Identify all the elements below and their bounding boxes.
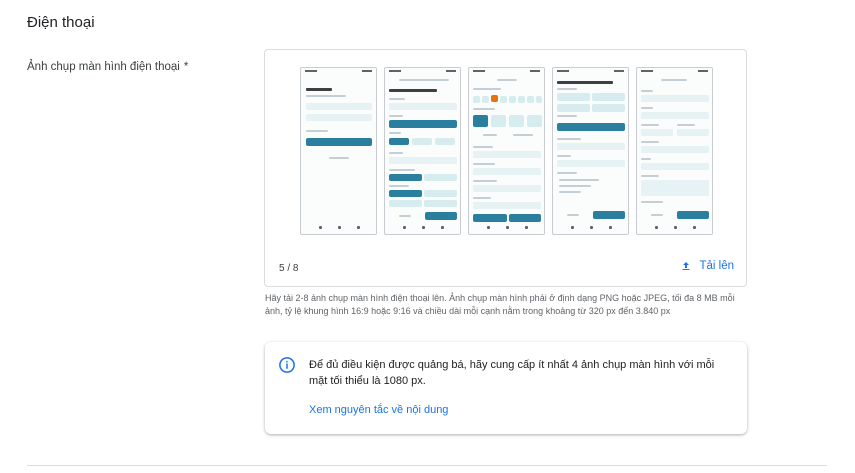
info-icon (279, 357, 295, 373)
screenshot-help-text: Hãy tải 2-8 ảnh chụp màn hình điện thoại… (265, 293, 735, 316)
screenshot-thumbnail-3[interactable] (468, 67, 545, 235)
required-mark: * (183, 61, 189, 73)
screenshot-thumbnail-4[interactable] (552, 67, 629, 235)
upload-button-label: Tải lên (699, 260, 734, 272)
screenshot-thumbnail-2[interactable] (384, 67, 461, 235)
promotion-info-card: Để đủ điều kiện được quảng bá, hãy cung … (265, 342, 747, 434)
upload-icon (682, 262, 690, 270)
screenshot-thumbnail-1[interactable] (300, 67, 377, 235)
screenshot-thumbnail-5[interactable] (636, 67, 713, 235)
section-title: Điện thoại (27, 14, 95, 31)
screenshot-field-label: Ảnh chụp màn hình điện thoại * (27, 61, 188, 73)
screenshot-upload-box: 5 / 8 Tải lên (264, 49, 747, 287)
screenshot-label-text: Ảnh chụp màn hình điện thoại (27, 61, 180, 73)
content-guidelines-link[interactable]: Xem nguyên tắc về nội dung (309, 404, 448, 416)
upload-button[interactable]: Tải lên (680, 260, 734, 272)
section-divider (27, 465, 827, 466)
screenshot-counter: 5 / 8 (279, 263, 299, 274)
info-message: Để đủ điều kiện được quảng bá, hãy cung … (309, 359, 715, 387)
